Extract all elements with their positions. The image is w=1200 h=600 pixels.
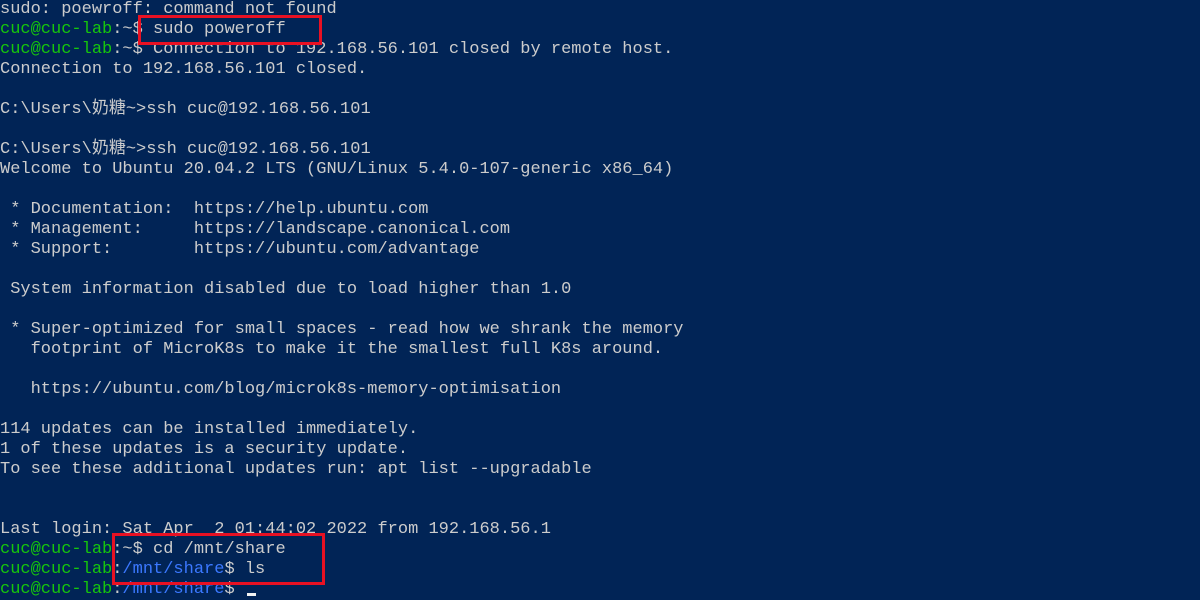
prompt-user-host: cuc@cuc-lab bbox=[0, 560, 113, 579]
motd-management-line: * Management: https://landscape.canonica… bbox=[0, 220, 510, 240]
motd-news-line: footprint of MicroK8s to make it the sma… bbox=[0, 340, 664, 360]
updates-text: 114 updates can be installed immediately… bbox=[0, 420, 419, 439]
prompt-separator: :~$ bbox=[112, 40, 154, 59]
motd-documentation-line: * Documentation: https://help.ubuntu.com bbox=[0, 200, 428, 220]
command-text: cd /mnt/share bbox=[153, 540, 286, 559]
text-cursor bbox=[246, 593, 256, 596]
motd-text: * Support: https://ubuntu.com/advantage bbox=[0, 240, 480, 259]
prompt-dollar: $ bbox=[224, 560, 245, 579]
motd-text: * Documentation: https://help.ubuntu.com bbox=[0, 200, 429, 219]
prompt-user-host: cuc@cuc-lab bbox=[0, 540, 113, 559]
prompt-line-connection-closed: cuc@cuc-lab:~$ Connection to 192.168.56.… bbox=[0, 40, 673, 60]
motd-text: footprint of MicroK8s to make it the sma… bbox=[0, 340, 664, 359]
prompt-dollar: $ bbox=[224, 580, 245, 599]
last-login-text: Last login: Sat Apr 2 01:44:02 2022 from… bbox=[0, 520, 551, 539]
upgradable-hint-line: To see these additional updates run: apt… bbox=[0, 460, 592, 480]
prompt-path: /mnt/share bbox=[122, 580, 225, 599]
updates-line: 114 updates can be installed immediately… bbox=[0, 420, 418, 440]
motd-text: System information disabled due to load … bbox=[0, 280, 572, 299]
prompt-separator: :~$ bbox=[112, 20, 154, 39]
prompt-line-poweroff: cuc@cuc-lab:~$ sudo poweroff bbox=[0, 20, 286, 40]
output-text: Connection to 192.168.56.101 closed. bbox=[0, 60, 368, 79]
motd-support-line: * Support: https://ubuntu.com/advantage bbox=[0, 240, 479, 260]
command-text: sudo poweroff bbox=[153, 20, 286, 39]
prompt-user-host: cuc@cuc-lab bbox=[0, 20, 113, 39]
motd-text: * Super-optimized for small spaces - rea… bbox=[0, 320, 684, 339]
motd-text: * Management: https://landscape.canonica… bbox=[0, 220, 511, 239]
prompt-separator: : bbox=[112, 560, 123, 579]
command-text: ls bbox=[244, 560, 266, 579]
prompt-line-cd: cuc@cuc-lab:~$ cd /mnt/share bbox=[0, 540, 286, 560]
motd-news-line: * Super-optimized for small spaces - rea… bbox=[0, 320, 684, 340]
motd-news-url-line: https://ubuntu.com/blog/microk8s-memory-… bbox=[0, 380, 562, 400]
prompt-user-host: cuc@cuc-lab bbox=[0, 40, 113, 59]
windows-prompt-text: C:\Users\奶糖~>ssh cuc@192.168.56.101 bbox=[0, 100, 371, 119]
prompt-separator: : bbox=[112, 580, 123, 599]
windows-prompt-text: C:\Users\奶糖~>ssh cuc@192.168.56.101 bbox=[0, 140, 371, 159]
last-login-line: Last login: Sat Apr 2 01:44:02 2022 from… bbox=[0, 520, 551, 540]
updates-text: To see these additional updates run: apt… bbox=[0, 460, 592, 479]
prompt-line-ls: cuc@cuc-lab:/mnt/share$ ls bbox=[0, 560, 265, 580]
prompt-user-host: cuc@cuc-lab bbox=[0, 580, 113, 599]
welcome-line: Welcome to Ubuntu 20.04.2 LTS (GNU/Linux… bbox=[0, 160, 673, 180]
windows-prompt-line: C:\Users\奶糖~>ssh cuc@192.168.56.101 bbox=[0, 140, 371, 160]
output-text: Connection to 192.168.56.101 closed by r… bbox=[153, 40, 674, 59]
terminal-window[interactable]: sudo: poewroff: command not found cuc@cu… bbox=[0, 0, 1200, 600]
windows-prompt-line: C:\Users\奶糖~>ssh cuc@192.168.56.101 bbox=[0, 100, 371, 120]
output-line: Connection to 192.168.56.101 closed. bbox=[0, 60, 367, 80]
motd-text: https://ubuntu.com/blog/microk8s-memory-… bbox=[0, 380, 562, 399]
error-output-text: sudo: poewroff: command not found bbox=[0, 0, 337, 19]
error-output-line: sudo: poewroff: command not found bbox=[0, 0, 337, 20]
system-info-line: System information disabled due to load … bbox=[0, 280, 571, 300]
prompt-path: /mnt/share bbox=[122, 560, 225, 579]
security-updates-line: 1 of these updates is a security update. bbox=[0, 440, 408, 460]
welcome-text: Welcome to Ubuntu 20.04.2 LTS (GNU/Linux… bbox=[0, 160, 674, 179]
prompt-line-current[interactable]: cuc@cuc-lab:/mnt/share$ bbox=[0, 580, 256, 600]
updates-text: 1 of these updates is a security update. bbox=[0, 440, 409, 459]
prompt-separator: :~$ bbox=[112, 540, 154, 559]
